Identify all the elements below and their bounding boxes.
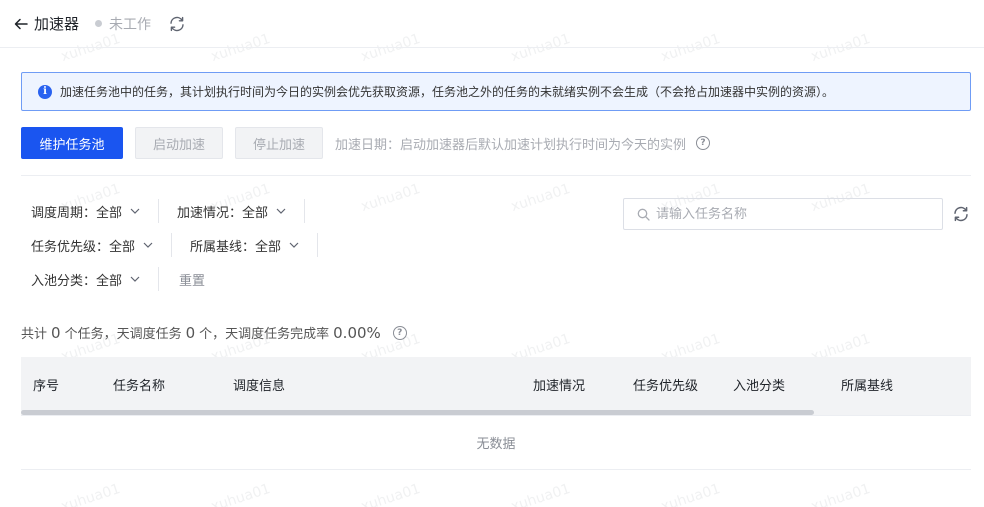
column-header-priority: 任务优先级 [633, 379, 699, 394]
help-icon[interactable]: ? [392, 325, 407, 340]
back-arrow-icon[interactable] [12, 15, 30, 33]
task-summary: 共计 0 个任务，天调度任务 0 个，天调度任务完成率 0.00% ? [21, 323, 407, 342]
stop-accel-button[interactable]: 停止加速 [235, 127, 323, 159]
filter-separator [171, 233, 173, 257]
summary-part2: 个，天调度任务完成率 [199, 327, 330, 342]
table-header: 序号 任务名称 调度信息 加速情况 任务优先级 入池分类 所属基线 [21, 357, 971, 409]
summary-total-count: 0 [51, 323, 61, 342]
summary-part1: 个任务，天调度任务 [64, 327, 182, 342]
filter-panel: 调度周期：全部 加速情况：全部 任务优先级：全部 所属基线：全部 入池分类：全部… [21, 196, 621, 298]
column-header-baseline: 所属基线 [841, 379, 894, 394]
horizontal-scrollbar [21, 409, 971, 415]
filter-baseline[interactable]: 所属基线：全部 [180, 230, 309, 260]
filter-separator [158, 267, 160, 291]
info-icon: i [38, 84, 52, 99]
filter-priority[interactable]: 任务优先级：全部 [21, 230, 163, 260]
filter-schedule-cycle[interactable]: 调度周期：全部 [21, 196, 150, 226]
filter-baseline-label: 所属基线：全部 [190, 239, 282, 255]
chevron-down-icon [130, 206, 140, 216]
column-header-index: 序号 [33, 379, 60, 394]
chevron-down-icon [143, 240, 153, 250]
filter-schedule-cycle-label: 调度周期：全部 [31, 205, 123, 221]
column-header-schedule-info: 调度信息 [233, 379, 286, 394]
watermark-text: xuhua01 [359, 480, 423, 507]
maintain-pool-button[interactable]: 维护任务池 [21, 127, 123, 159]
search-icon [636, 207, 650, 221]
summary-daily-count: 0 [185, 323, 196, 342]
start-accel-button[interactable]: 启动加速 [135, 127, 223, 159]
refresh-icon[interactable] [168, 15, 186, 33]
alert-text: 加速任务池中的任务，其计划执行时间为今日的实例会优先获取资源，任务池之外的任务的… [60, 85, 835, 99]
page-header: 加速器 未工作 [0, 0, 984, 48]
search-box [623, 198, 943, 230]
filter-separator [317, 233, 319, 257]
accel-date-tip: 加速日期：启动加速器后默认加速计划执行时间为今天的实例 [335, 137, 687, 153]
chevron-down-icon [289, 240, 299, 250]
watermark-text: xuhua01 [59, 480, 123, 507]
watermark-text: xuhua01 [509, 480, 573, 507]
info-alert: i 加速任务池中的任务，其计划执行时间为今日的实例会优先获取资源，任务池之外的任… [21, 72, 971, 111]
filter-priority-label: 任务优先级：全部 [31, 239, 136, 255]
summary-completion-rate: 0.00% [333, 323, 381, 342]
watermark-text: xuhua01 [809, 480, 873, 507]
chevron-down-icon [276, 206, 286, 216]
filter-separator [158, 199, 160, 223]
status-dot [95, 20, 103, 27]
help-icon[interactable]: ? [696, 136, 711, 150]
task-table: 序号 任务名称 调度信息 加速情况 任务优先级 入池分类 所属基线 无数据 [21, 357, 971, 470]
empty-state: 无数据 [21, 415, 971, 470]
search-input[interactable] [656, 206, 936, 222]
column-header-task-name: 任务名称 [113, 379, 166, 394]
watermark-text: xuhua01 [659, 480, 723, 507]
filter-accel-status-label: 加速情况：全部 [177, 205, 269, 221]
scrollbar-thumb[interactable] [21, 410, 814, 415]
page-title: 加速器 [34, 15, 80, 33]
section-divider [21, 175, 971, 176]
action-toolbar: 维护任务池 启动加速 停止加速 加速日期：启动加速器后默认加速计划执行时间为今天… [21, 127, 711, 159]
refresh-list-icon[interactable] [951, 204, 971, 224]
watermark-text: xuhua01 [209, 480, 273, 507]
filter-separator [304, 199, 306, 223]
filter-pool-category[interactable]: 入池分类：全部 [21, 264, 150, 294]
filter-accel-status[interactable]: 加速情况：全部 [167, 196, 296, 226]
status-text: 未工作 [109, 16, 152, 33]
column-header-pool-category: 入池分类 [733, 379, 786, 394]
reset-button[interactable]: 重置 [167, 270, 217, 289]
summary-prefix: 共计 [21, 327, 48, 342]
chevron-down-icon [130, 274, 140, 284]
filter-pool-category-label: 入池分类：全部 [31, 273, 123, 289]
column-header-accel-status: 加速情况 [533, 379, 586, 394]
